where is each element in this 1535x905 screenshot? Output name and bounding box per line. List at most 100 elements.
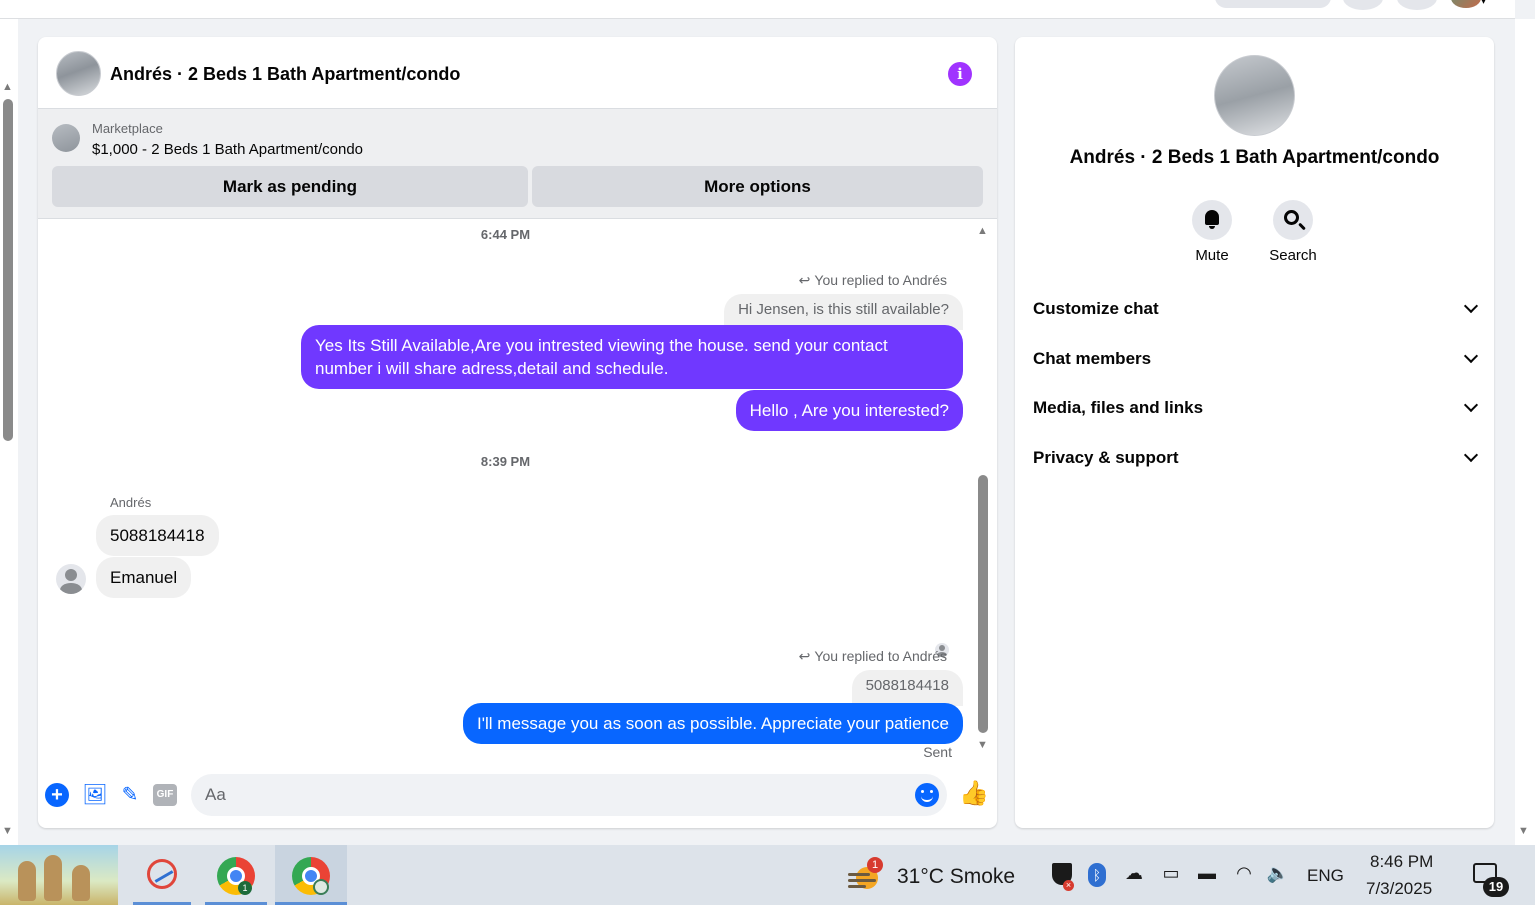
warning-x-icon: × (1063, 880, 1074, 891)
weather-text[interactable]: 31°C Smoke (897, 865, 1015, 889)
camera-icon[interactable]: ▭ (1159, 863, 1183, 884)
mark-as-pending-button[interactable]: Mark as pending (52, 166, 528, 207)
avatar-body (60, 583, 82, 594)
info-icon[interactable]: i (948, 62, 972, 86)
sticker-icon[interactable]: ✎ (117, 782, 143, 808)
taskbar-snipping-tool[interactable] (133, 845, 191, 905)
chevron-down-icon (1463, 298, 1479, 314)
wifi-icon[interactable]: ◠ (1232, 863, 1256, 884)
reply-indicator: ↩ You replied to Andrés (799, 272, 947, 289)
message-composer: + 🖼 ✎ GIF 👍 (38, 768, 997, 828)
chevron-down-icon (1463, 397, 1479, 413)
messenger-button[interactable] (1397, 0, 1437, 10)
chat-panel: Andrés · 2 Beds 1 Bath Apartment/condo i… (38, 37, 997, 828)
chrome-badge: 1 (238, 881, 252, 895)
search-circle[interactable] (1273, 200, 1313, 240)
more-options-button[interactable]: More options (532, 166, 983, 207)
sender-name: Andrés (110, 495, 152, 510)
top-navigation-bar: ▾ (0, 0, 1515, 19)
message-list: 6:44 PM ↩ You replied to Andrés Hi Jensen… (38, 220, 997, 767)
listing-title[interactable]: $1,000 - 2 Beds 1 Bath Apartment/condo (92, 141, 363, 158)
scroll-down-arrow-icon[interactable]: ▼ (977, 739, 988, 751)
scroll-up-arrow-icon[interactable]: ▲ (977, 225, 988, 237)
mute-button[interactable]: Mute (1172, 200, 1252, 264)
cloud-icon[interactable]: ☁ (1122, 863, 1146, 884)
gif-icon[interactable]: GIF (153, 784, 177, 806)
clock-date[interactable]: 7/3/2025 (1366, 879, 1432, 899)
profile-badge-icon (313, 879, 329, 895)
section-label: Media, files and links (1033, 398, 1204, 417)
incoming-message[interactable]: Emanuel (96, 557, 192, 598)
meerkat-figure (72, 865, 90, 901)
scroll-up-arrow-icon[interactable]: ▲ (2, 81, 13, 93)
page-scrollbar-right[interactable]: ▼ (1515, 19, 1535, 845)
sender-avatar[interactable] (56, 564, 86, 594)
reply-indicator: ↩ You replied to Andrés (799, 648, 947, 665)
section-chat-members[interactable]: Chat members (1033, 339, 1479, 379)
avatar-head (65, 569, 77, 581)
section-label: Chat members (1033, 349, 1152, 368)
meerkat-figure (18, 861, 36, 901)
taskbar-chrome-profile[interactable] (275, 845, 347, 905)
snipping-tool-icon (147, 859, 177, 889)
conversation-title: Andrés · 2 Beds 1 Bath Apartment/condo (1069, 147, 1440, 168)
battery-icon[interactable]: ▬ (1195, 863, 1219, 884)
start-button-wallpaper[interactable] (0, 845, 118, 905)
search-label: Search (1269, 247, 1317, 264)
listing-thumbnail[interactable] (52, 124, 80, 152)
reply-icon: ↩ (798, 648, 811, 664)
volume-icon[interactable]: 🔈 (1266, 863, 1290, 884)
search-button[interactable]: Search (1253, 200, 1333, 264)
section-media-files-links[interactable]: Media, files and links (1033, 388, 1479, 428)
chevron-down-icon (1463, 447, 1479, 463)
reply-indicator-text: You replied to Andrés (814, 648, 947, 664)
section-label: Privacy & support (1033, 448, 1179, 467)
photo-icon[interactable]: 🖼 (82, 782, 108, 808)
mute-label: Mute (1195, 247, 1229, 264)
incoming-message[interactable]: 5088184418 (96, 515, 219, 556)
haze-line (848, 879, 876, 882)
notification-count: 19 (1483, 877, 1509, 897)
plus-icon[interactable]: + (45, 783, 69, 807)
thumbs-up-icon[interactable]: 👍 (959, 779, 989, 808)
reply-indicator-text: You replied to Andrés (814, 272, 947, 288)
haze-line (848, 885, 866, 888)
message-scrollbar[interactable]: ▲ ▼ (976, 220, 990, 767)
windows-taskbar: 1 1 31°C Smoke × ᛒ ☁ ▭ ▬ ◠ 🔈 ENG 8:46 PM… (0, 845, 1535, 905)
section-label: Customize chat (1033, 299, 1159, 318)
page-scrollbar-left[interactable]: ▲ ▼ (0, 19, 18, 845)
scrollbar-thumb[interactable] (3, 99, 13, 441)
chat-title[interactable]: Andrés · 2 Beds 1 Bath Apartment/condo (110, 64, 460, 85)
account-avatar[interactable] (1451, 0, 1481, 8)
outgoing-message[interactable]: Yes Its Still Available,Are you intreste… (301, 325, 963, 389)
haze-line (848, 873, 870, 876)
chevron-down-icon: ▾ (1481, 0, 1487, 7)
top-search-pill[interactable] (1215, 0, 1331, 8)
message-status: Sent (923, 744, 952, 760)
language-indicator[interactable]: ENG (1307, 866, 1344, 886)
outgoing-message[interactable]: I'll message you as soon as possible. Ap… (463, 703, 963, 744)
reply-icon: ↩ (798, 272, 811, 288)
message-input[interactable] (191, 774, 947, 816)
outgoing-message[interactable]: Hello , Are you interested? (735, 390, 963, 431)
section-customize-chat[interactable]: Customize chat (1033, 289, 1479, 329)
scroll-down-arrow-icon[interactable]: ▼ (2, 825, 13, 837)
chevron-down-icon (1463, 348, 1479, 364)
conversation-avatar[interactable] (1214, 55, 1295, 136)
chat-header: Andrés · 2 Beds 1 Bath Apartment/condo i (38, 37, 997, 109)
taskbar-chrome[interactable]: 1 (205, 845, 267, 905)
marketplace-bar: Marketplace $1,000 - 2 Beds 1 Bath Apart… (38, 109, 997, 219)
marketplace-label: Marketplace (92, 121, 163, 136)
emoji-icon[interactable] (915, 783, 939, 807)
bell-icon (1205, 210, 1219, 229)
message-timestamp: 6:44 PM (480, 227, 531, 242)
menu-button[interactable] (1343, 0, 1383, 10)
bluetooth-icon[interactable]: ᛒ (1088, 863, 1106, 887)
mute-circle[interactable] (1192, 200, 1232, 240)
section-privacy-support[interactable]: Privacy & support (1033, 438, 1479, 478)
scroll-down-arrow-icon[interactable]: ▼ (1518, 825, 1529, 837)
quoted-message[interactable]: 5088184418 (851, 670, 963, 706)
listing-avatar[interactable] (56, 51, 101, 96)
clock-time[interactable]: 8:46 PM (1370, 852, 1433, 872)
scrollbar-thumb[interactable] (978, 475, 988, 733)
